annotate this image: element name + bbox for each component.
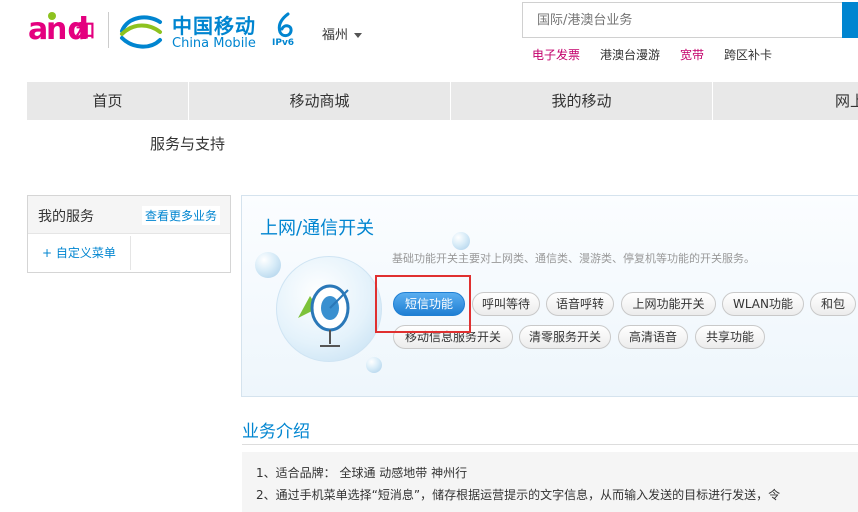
ipv6-logo: IPv6 xyxy=(272,12,298,52)
intro-content xyxy=(242,452,858,512)
card-title: 上网/通信开关 xyxy=(260,218,375,239)
quick-link-hk-roaming[interactable]: 港澳台漫游 xyxy=(600,46,660,63)
quick-link-card-replace[interactable]: 跨区补卡 xyxy=(724,46,772,63)
logo-title: 中国移动 xyxy=(172,14,256,38)
decor-bubble xyxy=(366,357,382,373)
decor-bubble xyxy=(452,232,470,250)
sharing-function-button[interactable]: 共享功能 xyxy=(695,325,765,349)
nav-item-my-mobile[interactable]: 我的移动 xyxy=(451,82,713,120)
search-button[interactable] xyxy=(842,2,858,38)
call-forwarding-button[interactable]: 语音呼转 xyxy=(546,292,614,316)
ipv6-label: IPv6 xyxy=(272,38,295,48)
custom-menu-link[interactable]: + 自定义菜单 xyxy=(42,244,116,261)
intro-divider xyxy=(242,444,858,445)
hd-voice-button[interactable]: 高清语音 xyxy=(618,325,688,349)
intro-title: 业务介绍 xyxy=(242,422,310,442)
nav-item-online[interactable]: 网上 xyxy=(713,82,858,120)
ipv6-icon xyxy=(277,12,293,38)
quick-link-invoice[interactable]: 电子发票 xyxy=(532,46,580,63)
and-he-logo[interactable]: a nd 和 xyxy=(28,10,96,50)
satellite-dish-icon xyxy=(298,284,350,347)
view-more-services-link[interactable]: 查看更多业务 xyxy=(142,206,221,225)
china-mobile-emblem-icon xyxy=(120,15,162,49)
he-logo-text: 和 xyxy=(76,20,96,42)
my-services-title: 我的服务 xyxy=(38,209,94,225)
highlight-box xyxy=(375,275,471,333)
search-input[interactable] xyxy=(522,2,844,38)
nav-item-mall[interactable]: 移动商城 xyxy=(189,82,451,120)
city-selector[interactable]: 福州 xyxy=(322,24,363,43)
logo-divider xyxy=(108,12,109,48)
logo-subtitle: China Mobile xyxy=(172,36,256,51)
intro-line-1: 1、适合品牌： 全球通 动感地带 神州行 xyxy=(256,466,468,480)
my-services-header: 我的服务 查看更多业务 xyxy=(28,196,230,234)
main-nav: 首页 移动商城 我的移动 网上 xyxy=(27,82,858,120)
decor-bubble xyxy=(255,252,281,278)
my-services-panel: 我的服务 查看更多业务 + 自定义菜单 xyxy=(27,195,231,273)
panel-divider xyxy=(130,236,131,270)
nav-item-service-support[interactable]: 服务与支持 xyxy=(150,133,225,154)
nav-item-home[interactable]: 首页 xyxy=(27,82,189,120)
city-name: 福州 xyxy=(322,28,349,43)
reset-service-button[interactable]: 清零服务开关 xyxy=(519,325,611,349)
hebao-button[interactable]: 和包 xyxy=(810,292,856,316)
intro-line-2: 2、通过手机菜单选择“短消息”，储存根据运营提示的文字信息，从而输入发送的目标进… xyxy=(256,488,781,502)
quick-link-broadband[interactable]: 宽带 xyxy=(680,46,704,63)
internet-switch-button[interactable]: 上网功能开关 xyxy=(621,292,716,316)
card-description: 基础功能开关主要对上网类、通信类、漫游类、停复机等功能的开关服务。 xyxy=(392,252,755,265)
wlan-function-button[interactable]: WLAN功能 xyxy=(722,292,804,316)
call-waiting-button[interactable]: 呼叫等待 xyxy=(472,292,540,316)
chevron-down-icon xyxy=(354,33,363,38)
